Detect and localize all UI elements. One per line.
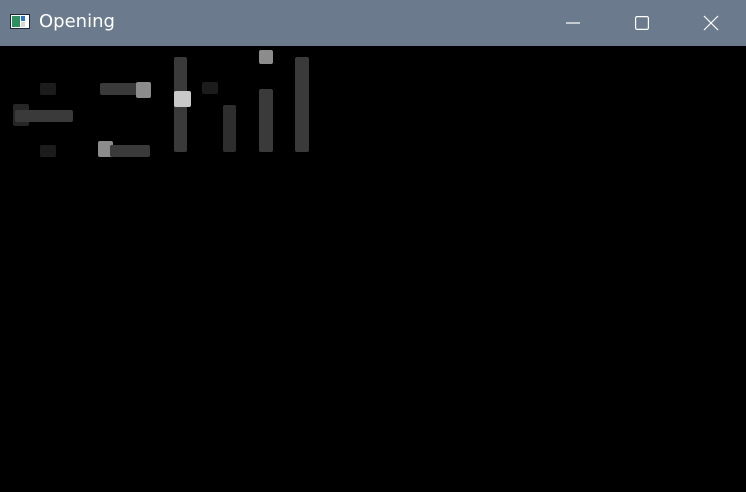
app-window-icon (10, 14, 30, 29)
close-button[interactable] (676, 0, 746, 46)
glyph-block (15, 110, 73, 122)
render-canvas[interactable] (0, 46, 746, 492)
title-bar[interactable]: Opening (0, 0, 746, 46)
glyph-block (136, 82, 151, 98)
glyph-block (40, 145, 56, 157)
glyph-block (295, 57, 309, 152)
glyph-block (40, 83, 56, 95)
glyph-block (100, 83, 140, 95)
glyph-block (259, 89, 273, 152)
glyph-block (202, 82, 218, 94)
minimize-icon (566, 16, 580, 30)
glyph-block (110, 145, 150, 157)
window-title: Opening (39, 11, 115, 32)
close-icon (703, 15, 719, 31)
maximize-button[interactable] (607, 0, 677, 46)
glyph-block (223, 105, 236, 152)
glyph-block (174, 91, 191, 107)
app-window: Opening (0, 0, 746, 492)
maximize-icon (635, 16, 649, 30)
glyph-block (259, 50, 273, 64)
minimize-button[interactable] (538, 0, 608, 46)
